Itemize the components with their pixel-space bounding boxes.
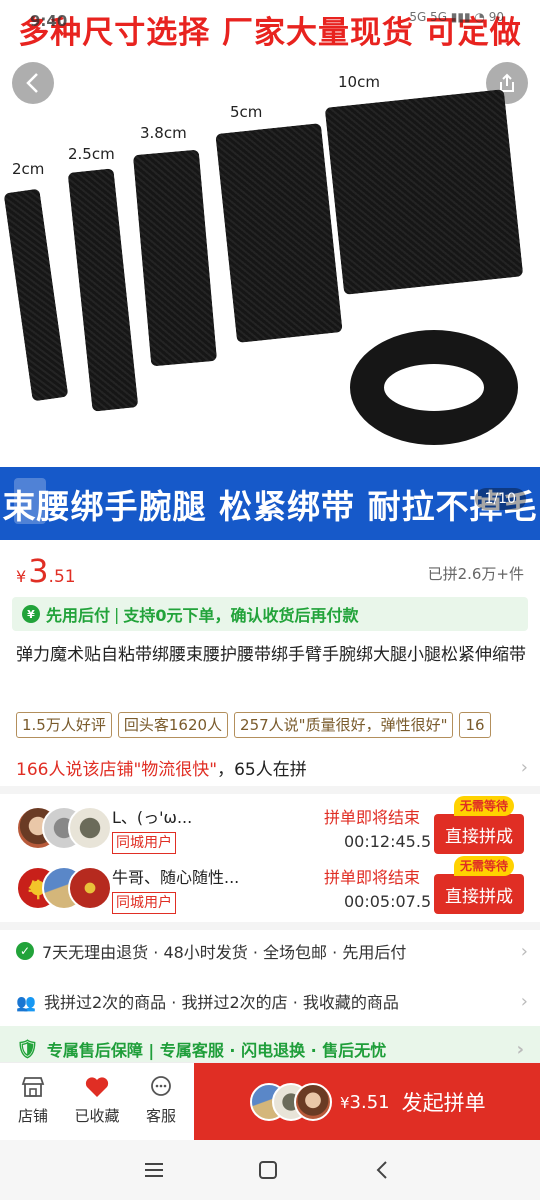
price-decimal: .51 [48,567,76,587]
menu-icon [145,1163,163,1177]
size-label-2_5cm: 2.5cm [68,145,115,163]
buy-label: 发起拼单 [401,1091,486,1115]
price-integer: 3 [28,552,49,590]
back-button[interactable] [12,62,54,104]
store-icon [18,1073,48,1101]
history-row[interactable]: 👥 我拼过2次的商品 · 我拼过2次的店 · 我收藏的商品 › [16,986,528,1016]
size-label-10cm: 10cm [338,73,380,91]
avatar [68,806,112,850]
customer-service-label: 客服 [145,1107,176,1125]
pay-later-desc: 支持0元下单，确认收货后再付款 [123,606,359,625]
bottom-banner: 束腰绑手腕腿 松紧绑带 耐拉不掉毛 [0,467,540,540]
pay-later-separator: | [114,604,120,624]
group-avatars [16,806,112,852]
buy-price: ¥ 3.51 [340,1092,390,1113]
group-user-badge: 同城用户 [112,832,176,854]
pay-later-bar[interactable]: ¥ 先用后付 | 支持0元下单，确认收货后再付款 [12,597,528,631]
buy-avatars [250,1082,334,1122]
users-icon: 👥 [16,993,36,1012]
group-status: 拼单即将结束 [324,808,421,827]
review-tags[interactable]: 1.5万人好评 回头客1620人 257人说"质量很好，弹性很好" 16 [16,712,540,740]
system-nav-bar [0,1140,540,1200]
no-wait-tip: 无需等待 [454,856,515,876]
chevron-left-icon [26,73,38,93]
favorite-label: 已收藏 [74,1107,120,1125]
group-row[interactable]: 牛 牛哥、随心随性... 同城用户 拼单即将结束 00:05:07.5 直接拼成… [16,856,526,916]
divider [0,786,540,794]
no-wait-tip: 无需等待 [454,796,515,816]
shield-icon: 🛡 [16,1038,39,1060]
store-label: 店铺 [17,1107,48,1125]
guarantee-text: 专属售后保障 | 专属客服 · 闪电退换 · 售后无忧 [46,1041,387,1060]
home-button[interactable] [248,1154,288,1186]
heart-icon [82,1073,112,1101]
bottom-banner-text: 束腰绑手腕腿 松紧绑带 耐拉不掉毛 [2,486,538,526]
logistics-highlight: 166人说该店铺"物流很快" [16,759,218,780]
product-image-carousel[interactable]: 多种尺寸选择 厂家大量现货 可定做 9:40 5G 5G ▮▮▮ ◔ 90 2c… [0,0,540,540]
strap-2cm [3,188,69,402]
chevron-right-icon: › [520,940,528,962]
strap-10cm [324,89,524,295]
price: ¥ 3 .51 [16,552,76,590]
video-play-icon[interactable] [14,478,46,524]
group-row[interactable]: L、(っ'ω... 同城用户 拼单即将结束 00:12:45.5 直接拼成 无需… [16,796,526,856]
pay-later-icon: ¥ [22,605,40,623]
strap-loop [350,330,518,445]
group-avatars: 牛 [16,866,112,912]
back-nav-button[interactable] [362,1154,402,1186]
group-status: 拼单即将结束 [324,868,421,887]
buy-currency: ¥ [340,1093,350,1112]
join-group-button[interactable]: 直接拼成 [434,874,524,914]
image-counter: 1/10 [474,488,526,510]
chevron-right-icon: › [520,756,528,778]
status-icons: 5G 5G ▮▮▮ ◔ 90 [409,10,504,24]
chevron-right-icon: › [516,1038,524,1060]
service-row[interactable]: ✓ 7天无理由退货 · 48小时发货 · 全场包邮 · 先用后付 › [16,936,528,966]
group-user-name: 牛哥、随心随性... [112,868,240,887]
history-text: 我拼过2次的商品 · 我拼过2次的店 · 我收藏的商品 [44,993,399,1012]
sold-count: 已拼2.6万+件 [427,565,524,583]
start-group-buy-button[interactable]: ¥ 3.51 发起拼单 [194,1063,540,1141]
avatar [68,866,112,910]
status-time: 9:40 [30,12,68,30]
group-user-name: L、(っ'ω... [112,808,193,827]
buy-price-value: 3.51 [349,1091,390,1113]
product-title: 弹力魔术贴自粘带绑腰束腰护腰带绑手臂手腕绑大腿小腿松紧伸缩带 [16,645,526,665]
product-detail-page: 多种尺寸选择 厂家大量现货 可定做 9:40 5G 5G ▮▮▮ ◔ 90 2c… [0,0,540,1200]
home-square-icon [259,1161,277,1179]
chevron-right-icon: › [520,990,528,1012]
join-group-button[interactable]: 直接拼成 [434,814,524,854]
favorite-button[interactable]: 已收藏 [66,1073,128,1133]
avatar [294,1083,332,1121]
review-tag[interactable]: 1.5万人好评 [16,712,112,738]
size-label-2cm: 2cm [12,160,45,178]
divider [0,922,540,930]
strap-5cm [215,123,343,343]
group-countdown: 00:12:45.5 [344,832,432,851]
strap-2_5cm [67,168,139,412]
group-user-badge: 同城用户 [112,892,176,914]
size-label-3_8cm: 3.8cm [140,124,187,142]
price-currency: ¥ [16,567,27,586]
price-row: ¥ 3 .51 已拼2.6万+件 [0,548,540,590]
logistics-text: 166人说该店铺"物流很快"，65人在拼 [16,755,307,780]
service-text: 7天无理由退货 · 48小时发货 · 全场包邮 · 先用后付 [42,943,407,962]
size-label-5cm: 5cm [230,103,263,121]
review-tag[interactable]: 回头客1620人 [117,712,229,738]
top-banner: 多种尺寸选择 厂家大量现货 可定做 [0,0,540,58]
store-logistics-row[interactable]: 166人说该店铺"物流很快"，65人在拼 › [16,752,528,782]
customer-service-button[interactable]: 客服 [130,1073,192,1133]
bottom-action-bar: 店铺 已收藏 客服 ¥ 3.51 发起拼单 [0,1062,540,1141]
chat-icon [146,1073,176,1101]
back-icon [376,1161,387,1179]
store-button[interactable]: 店铺 [2,1073,64,1133]
review-tag[interactable]: 16 [459,712,491,738]
group-countdown: 00:05:07.5 [344,892,432,911]
strap-3_8cm [132,149,218,367]
check-icon: ✓ [16,942,34,960]
menu-button[interactable] [134,1154,174,1186]
pay-later-label: 先用后付 [46,606,111,625]
review-tag[interactable]: 257人说"质量很好，弹性很好" [234,712,454,738]
logistics-rest: ，65人在拼 [217,759,307,780]
